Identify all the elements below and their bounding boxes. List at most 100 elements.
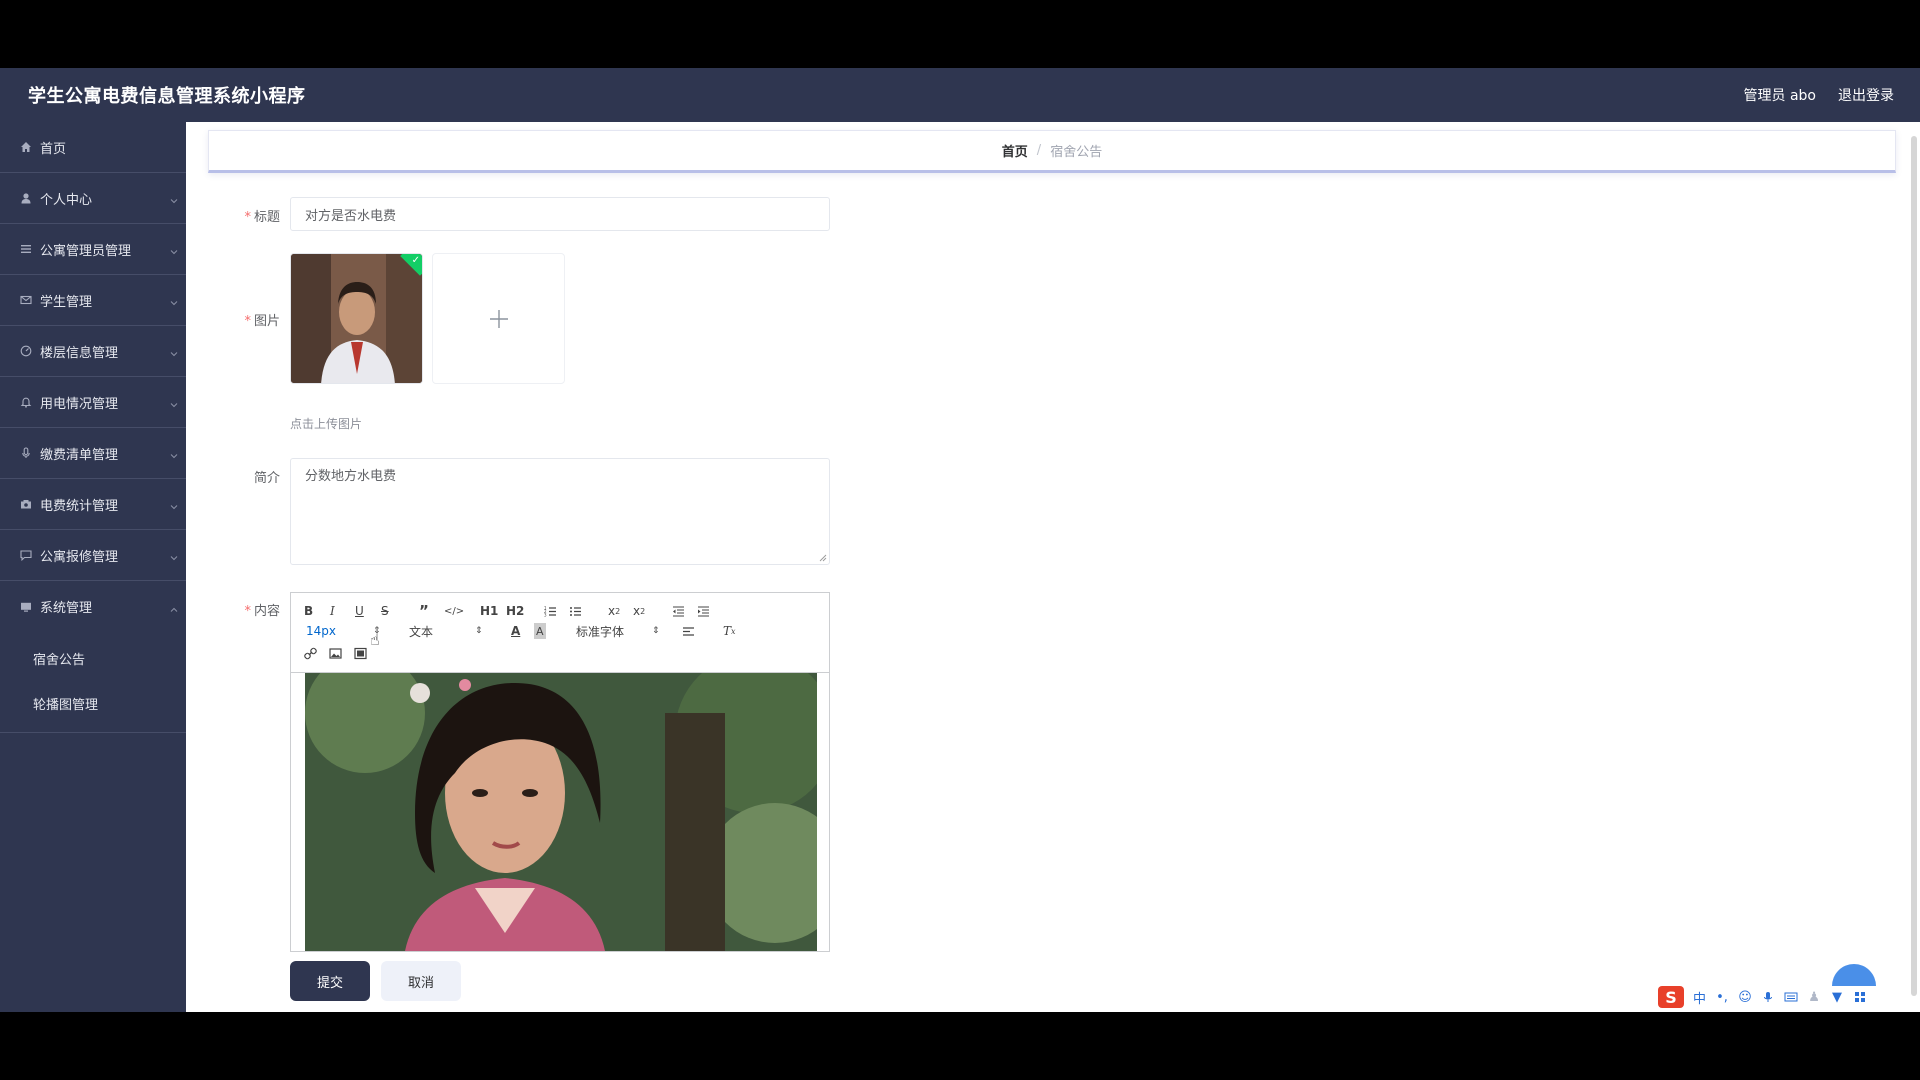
- font-size-select[interactable]: 14px: [306, 623, 336, 639]
- mail-icon: [19, 294, 32, 307]
- scrollbar-thumb[interactable]: [1911, 136, 1917, 996]
- emoji-icon[interactable]: ☺: [1738, 990, 1752, 1005]
- sogou-logo-icon[interactable]: S: [1658, 986, 1684, 1008]
- link-icon[interactable]: [304, 645, 317, 661]
- ime-toolbar: S 中 •, ☺ ♟ ▼: [1654, 986, 1884, 1008]
- sidebar-item-label: 缴费清单管理: [40, 447, 119, 463]
- indent-icon[interactable]: [697, 603, 710, 619]
- sidebar-item-fee-stats[interactable]: 电费统计管理: [0, 479, 186, 530]
- sidebar-item-repair[interactable]: 公寓报修管理: [0, 530, 186, 581]
- sidebar-subitem-carousel[interactable]: 轮播图管理: [0, 681, 186, 726]
- editor-toolbar: B I U S ” </> H1 H2 123 x2 x2 14px ⇕ 文本 …: [291, 593, 829, 673]
- required-mark: *: [244, 314, 251, 329]
- sidebar-item-label: 楼层信息管理: [40, 345, 119, 361]
- header-1-icon[interactable]: H1: [480, 603, 498, 619]
- required-mark: *: [244, 604, 251, 619]
- header-select[interactable]: 文本: [409, 623, 433, 639]
- bullet-list-icon[interactable]: [569, 603, 582, 619]
- sidebar-item-label: 系统管理: [40, 601, 93, 616]
- align-icon[interactable]: [682, 623, 695, 639]
- sidebar-item-profile[interactable]: 个人中心: [0, 173, 186, 224]
- italic-icon[interactable]: I: [330, 603, 335, 619]
- ime-language-indicator[interactable]: 中: [1693, 988, 1706, 1007]
- chevron-down-icon: [170, 296, 178, 306]
- select-arrows-icon[interactable]: ⇕: [475, 623, 483, 639]
- monitor-icon: [19, 600, 32, 613]
- ordered-list-icon[interactable]: 123: [544, 603, 557, 619]
- title-label: * 标题: [244, 210, 280, 225]
- sidebar-item-label: 电费统计管理: [40, 498, 119, 514]
- app-title: 学生公寓电费信息管理系统小程序: [28, 86, 306, 107]
- user-icon[interactable]: ♟: [1807, 990, 1821, 1005]
- camera-icon: [19, 498, 32, 511]
- portrait-photo: [305, 673, 817, 951]
- cancel-button[interactable]: 取消: [381, 961, 461, 1001]
- sidebar-item-label: 公寓管理员管理: [40, 243, 132, 259]
- portrait-photo: [291, 254, 422, 383]
- chevron-down-icon: [170, 347, 178, 357]
- home-icon: [19, 141, 32, 154]
- breadcrumb: 首页 / 宿舍公告: [208, 130, 1896, 173]
- header-2-icon[interactable]: H2: [506, 603, 524, 619]
- mouse-cursor-icon: ☝: [370, 629, 380, 649]
- outdent-icon[interactable]: [672, 603, 685, 619]
- required-mark: *: [244, 210, 251, 225]
- sidebar-item-payment-list[interactable]: 缴费清单管理: [0, 428, 186, 479]
- chevron-down-icon: [170, 194, 178, 204]
- strikethrough-icon[interactable]: S: [381, 603, 389, 619]
- intro-text: 分数地方水电费: [305, 469, 397, 484]
- keyboard-icon[interactable]: [1784, 990, 1798, 1004]
- plus-icon: [489, 309, 508, 328]
- intro-label: 简介: [253, 471, 280, 486]
- background-color-icon[interactable]: A: [534, 623, 546, 639]
- sidebar-item-students[interactable]: 学生管理: [0, 275, 186, 326]
- bold-icon[interactable]: B: [304, 603, 313, 619]
- sidebar-item-label: 个人中心: [40, 192, 93, 208]
- upload-hint: 点击上传图片: [290, 417, 363, 431]
- blockquote-icon[interactable]: ”: [419, 602, 429, 620]
- svg-text:3: 3: [544, 612, 547, 617]
- video-insert-icon[interactable]: [354, 645, 367, 661]
- top-header: 学生公寓电费信息管理系统小程序 管理员 abo 退出登录: [0, 68, 1920, 122]
- sidebar: 首页 个人中心 公寓管理员管理 学生管理 楼层信息管理 用电情况管理 缴费清单管…: [0, 122, 186, 1012]
- superscript-icon[interactable]: x2: [633, 603, 645, 619]
- punctuation-icon[interactable]: •,: [1715, 990, 1729, 1005]
- system-submenu: 宿舍公告 轮播图管理: [0, 632, 186, 733]
- image-upload-button[interactable]: [432, 253, 565, 384]
- toolbox-icon[interactable]: [1853, 990, 1867, 1004]
- image-label: * 图片: [244, 314, 280, 329]
- sidebar-item-label: 公寓报修管理: [40, 549, 119, 565]
- sidebar-item-apartment-admin[interactable]: 公寓管理员管理: [0, 224, 186, 275]
- sidebar-subitem-dorm-notice[interactable]: 宿舍公告: [0, 636, 186, 681]
- breadcrumb-separator: /: [1036, 143, 1042, 158]
- resize-handle-icon[interactable]: [819, 554, 827, 562]
- image-insert-icon[interactable]: [329, 645, 342, 661]
- voice-input-icon[interactable]: [1761, 990, 1775, 1004]
- intro-textarea[interactable]: 分数地方水电费: [290, 458, 830, 565]
- sidebar-item-label: 学生管理: [40, 294, 93, 310]
- sidebar-item-floor-info[interactable]: 楼层信息管理: [0, 326, 186, 377]
- breadcrumb-home[interactable]: 首页: [1002, 141, 1028, 160]
- font-color-icon[interactable]: A: [511, 623, 520, 639]
- sidebar-item-system[interactable]: 系统管理: [0, 581, 186, 632]
- subscript-icon[interactable]: x2: [608, 603, 620, 619]
- content-image: [305, 673, 817, 951]
- clear-format-icon[interactable]: Tx: [723, 623, 736, 639]
- uploaded-image-thumbnail[interactable]: ✓: [290, 253, 423, 384]
- sidebar-item-power-usage[interactable]: 用电情况管理: [0, 377, 186, 428]
- underline-icon[interactable]: U: [355, 603, 364, 619]
- code-block-icon[interactable]: </>: [444, 603, 464, 619]
- logout-link[interactable]: 退出登录: [1838, 85, 1894, 105]
- sidebar-item-home[interactable]: 首页: [0, 122, 186, 173]
- submit-button[interactable]: 提交: [290, 961, 370, 1001]
- chevron-down-icon: [170, 245, 178, 255]
- chevron-down-icon: [170, 551, 178, 561]
- sidebar-item-label: 首页: [40, 141, 67, 157]
- mic-icon: [19, 447, 32, 460]
- skin-icon[interactable]: ▼: [1830, 990, 1844, 1005]
- select-arrows-icon[interactable]: ⇕: [652, 623, 660, 639]
- scrollbar[interactable]: [1908, 122, 1920, 1012]
- title-input[interactable]: 对方是否水电费: [290, 197, 830, 231]
- font-family-select[interactable]: 标准字体: [576, 623, 624, 639]
- chevron-down-icon: [170, 449, 178, 459]
